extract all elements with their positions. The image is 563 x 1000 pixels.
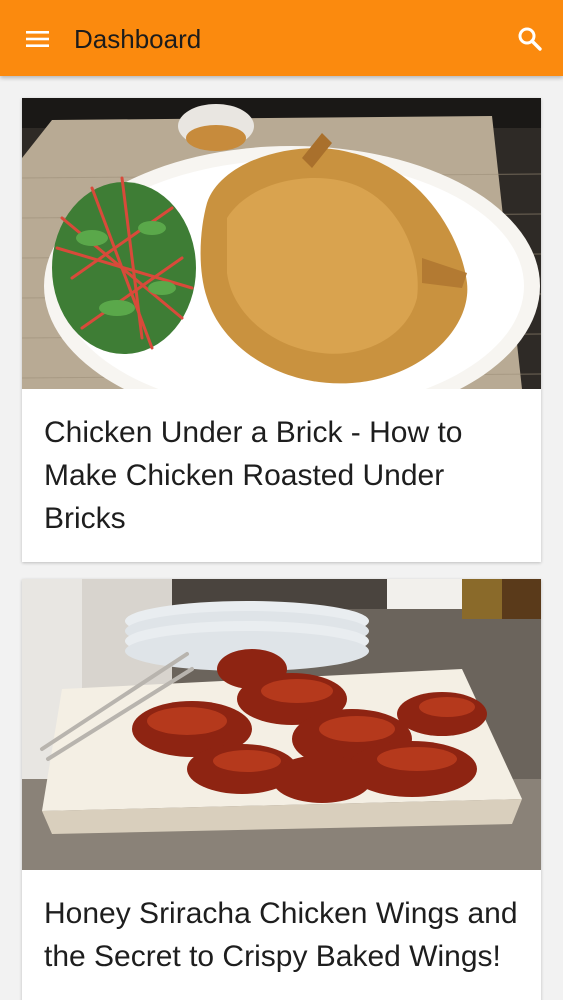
recipe-card-title: Chicken Under a Brick - How to Make Chic…	[44, 416, 463, 535]
recipe-card-title: Honey Sriracha Chicken Wings and the Sec…	[44, 897, 518, 973]
app-bar: Dashboard	[0, 0, 563, 76]
recipe-card[interactable]: Honey Sriracha Chicken Wings and the Sec…	[22, 579, 541, 1000]
search-icon	[518, 27, 542, 51]
chicken-wings-photo	[22, 579, 541, 870]
menu-button[interactable]	[14, 20, 62, 58]
search-button[interactable]	[509, 18, 551, 60]
recipe-card[interactable]: Chicken Under a Brick - How to Make Chic…	[22, 98, 541, 562]
hamburger-menu-icon	[26, 31, 49, 47]
page-title: Dashboard	[74, 24, 202, 54]
roasted-chicken-photo	[22, 98, 541, 389]
recipe-feed: Chicken Under a Brick - How to Make Chic…	[0, 76, 563, 1000]
